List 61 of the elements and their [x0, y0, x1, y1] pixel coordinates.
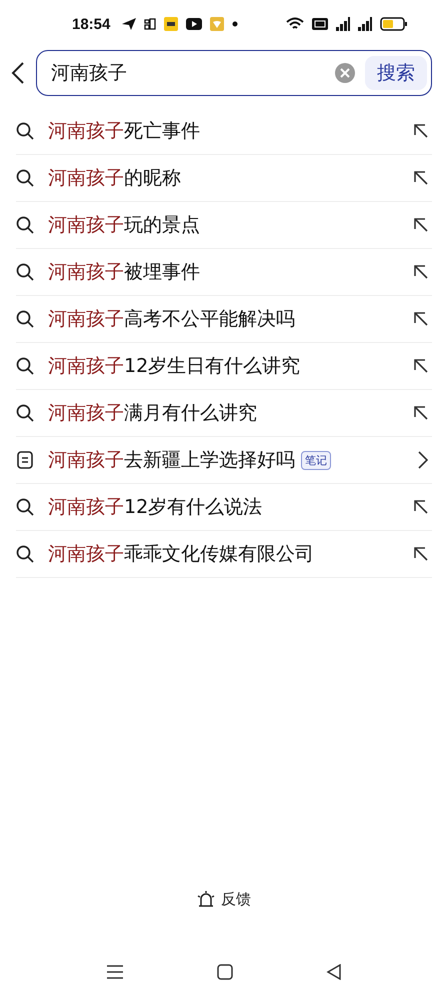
- fill-arrow-icon[interactable]: [414, 547, 428, 561]
- send-icon: [122, 18, 136, 30]
- search-icon: [16, 545, 34, 563]
- back-triangle-icon[interactable]: [326, 964, 342, 980]
- search-icon: [16, 357, 34, 375]
- note-tag: 笔记: [301, 450, 331, 470]
- search-icon: [16, 122, 34, 140]
- play-icon: [186, 18, 202, 30]
- menu-icon[interactable]: [106, 964, 124, 980]
- search-icon: [16, 310, 34, 328]
- search-icon: [16, 169, 34, 187]
- suggestion-text: 河南孩子12岁生日有什么讲究: [48, 354, 300, 379]
- suggestion-text: 河南孩子乖乖文化传媒有限公司: [48, 542, 314, 567]
- chevron-right-icon: [418, 451, 428, 469]
- fill-arrow-icon[interactable]: [414, 500, 428, 514]
- note-icon: [16, 451, 34, 469]
- dot-icon: [232, 21, 238, 27]
- alarm-icon[interactable]: [197, 890, 215, 908]
- fill-arrow-icon[interactable]: [414, 124, 428, 138]
- suggestion-item[interactable]: 河南孩子乖乖文化传媒有限公司: [16, 531, 432, 578]
- search-icon: [16, 498, 34, 516]
- signal-icon: [358, 17, 372, 31]
- suggestion-item[interactable]: 河南孩子高考不公平能解决吗: [16, 296, 432, 343]
- clear-icon[interactable]: [335, 63, 355, 83]
- feedback-link[interactable]: 反馈: [221, 890, 251, 908]
- back-icon[interactable]: [10, 61, 26, 85]
- suggestion-item[interactable]: 河南孩子被埋事件: [16, 249, 432, 296]
- suggestion-text: 河南孩子的昵称: [48, 166, 181, 191]
- search-icon: [16, 404, 34, 422]
- suggestion-text: 河南孩子被埋事件: [48, 260, 200, 285]
- fill-arrow-icon[interactable]: [414, 265, 428, 279]
- signal-icon: [336, 17, 350, 31]
- status-time: 18:54: [72, 16, 110, 32]
- fill-arrow-icon[interactable]: [414, 359, 428, 373]
- fill-arrow-icon[interactable]: [414, 218, 428, 232]
- suggestion-item[interactable]: 河南孩子去新疆上学选择好吗 笔记: [16, 437, 432, 484]
- suggestion-text: 河南孩子死亡事件: [48, 119, 200, 144]
- wifi-icon: [286, 17, 304, 31]
- suggestion-item[interactable]: 河南孩子玩的景点: [16, 202, 432, 249]
- suggestion-text: 河南孩子12岁有什么说法: [48, 495, 262, 520]
- suggestion-item[interactable]: 河南孩子死亡事件: [16, 108, 432, 155]
- suggestion-item[interactable]: 河南孩子12岁有什么说法: [16, 484, 432, 531]
- suggestion-text: 河南孩子玩的景点: [48, 213, 200, 238]
- suggestion-item[interactable]: 河南孩子的昵称: [16, 155, 432, 202]
- fill-arrow-icon[interactable]: [414, 312, 428, 326]
- app-icon: [164, 17, 178, 31]
- hd-icon: [312, 18, 328, 30]
- fill-arrow-icon[interactable]: [414, 406, 428, 420]
- search-button[interactable]: 搜索: [365, 56, 427, 90]
- app-icon: [144, 18, 156, 30]
- suggestion-text: 河南孩子高考不公平能解决吗: [48, 307, 295, 332]
- home-icon[interactable]: [216, 964, 233, 980]
- fill-arrow-icon[interactable]: [414, 171, 428, 185]
- battery-icon: [380, 17, 408, 31]
- search-field[interactable]: 河南孩子 搜索: [36, 50, 432, 96]
- search-icon: [16, 216, 34, 234]
- suggestion-item[interactable]: 河南孩子12岁生日有什么讲究: [16, 343, 432, 390]
- search-icon: [16, 263, 34, 281]
- suggestion-item[interactable]: 河南孩子满月有什么讲究: [16, 390, 432, 437]
- suggestion-text: 河南孩子去新疆上学选择好吗: [48, 448, 295, 473]
- suggestion-text: 河南孩子满月有什么讲究: [48, 401, 257, 426]
